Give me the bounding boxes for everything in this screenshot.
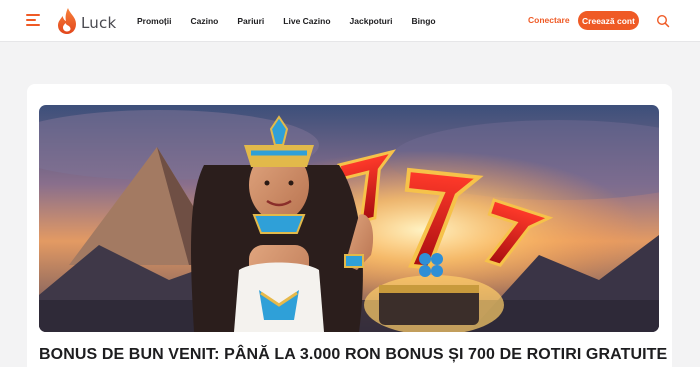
main-nav: Promoții Cazino Pariuri Live Cazino Jack… <box>137 0 455 42</box>
nav-live-cazino[interactable]: Live Cazino <box>283 16 330 26</box>
promo-banner-image[interactable] <box>39 105 659 332</box>
nav-jackpoturi[interactable]: Jackpoturi <box>350 16 393 26</box>
site-header: Luck Promoții Cazino Pariuri Live Cazino… <box>0 0 700 42</box>
nav-cazino[interactable]: Cazino <box>190 16 218 26</box>
site-logo[interactable]: Luck <box>56 7 116 35</box>
nav-promotii[interactable]: Promoții <box>137 16 171 26</box>
promo-headline: BONUS DE BUN VENIT: PÂNĂ LA 3.000 RON BO… <box>39 346 668 363</box>
nav-bingo[interactable]: Bingo <box>412 16 436 26</box>
register-button[interactable]: Creează cont <box>578 11 639 30</box>
logo-text: Luck <box>81 14 117 32</box>
hamburger-menu-icon[interactable] <box>26 14 40 26</box>
nav-pariuri[interactable]: Pariuri <box>237 16 264 26</box>
flame-logo-icon <box>58 8 76 34</box>
login-link[interactable]: Conectare <box>528 15 570 25</box>
search-icon[interactable] <box>656 14 670 28</box>
